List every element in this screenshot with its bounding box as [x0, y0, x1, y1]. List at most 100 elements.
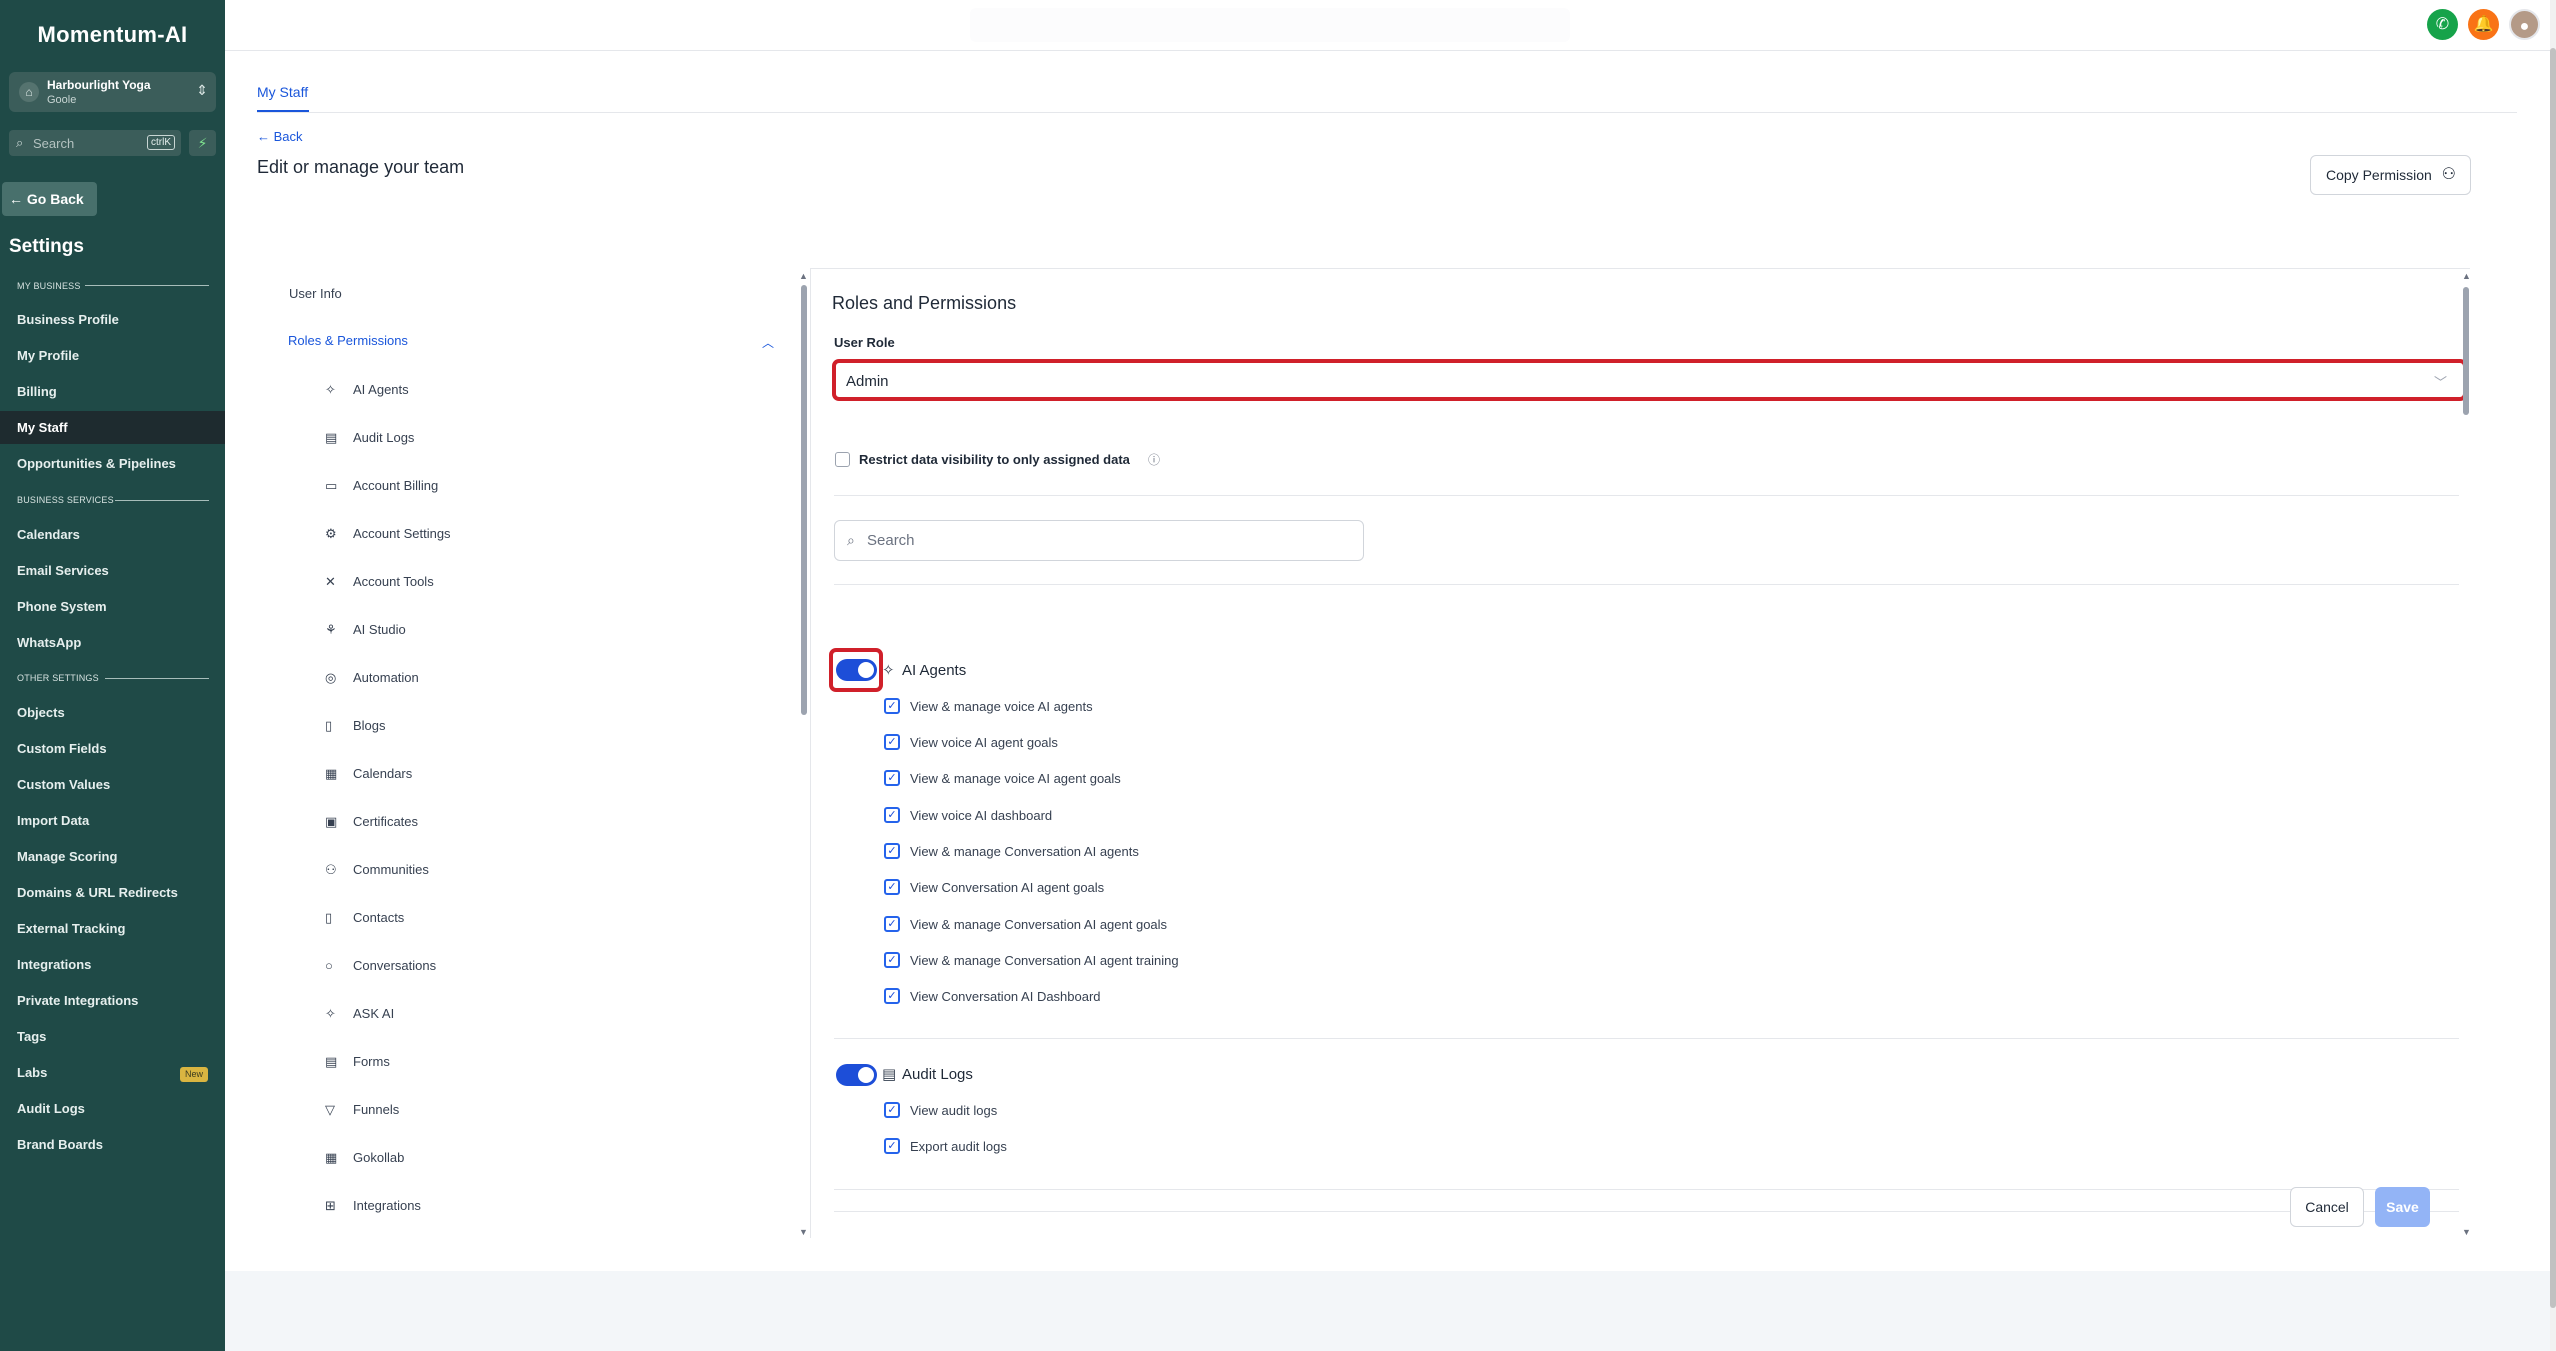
scroll-down-arrow[interactable]: ▼ [799, 1227, 808, 1237]
sidebar-item-opportunities[interactable]: Opportunities & Pipelines [17, 456, 176, 471]
group-audit-logs: ▤ Audit Logs [882, 1065, 973, 1083]
panel-scroll-up[interactable]: ▲ [2462, 271, 2471, 281]
automation-icon: ◎ [325, 670, 337, 685]
info-icon[interactable]: ⓘ [1148, 451, 1160, 468]
save-button[interactable]: Save [2375, 1187, 2430, 1227]
sidebar-item-whatsapp[interactable]: WhatsApp [17, 635, 81, 650]
user-avatar-icon: ● [2519, 18, 2530, 35]
permission-checkbox[interactable]: ✓ [884, 916, 900, 932]
side-nav-item-contacts[interactable]: ▯ Contacts [325, 910, 404, 930]
side-nav-item-communities[interactable]: ⚇ Communities [325, 862, 429, 882]
tab-my-staff[interactable]: My Staff [257, 84, 308, 100]
sidebar-item-phone-system[interactable]: Phone System [17, 599, 107, 614]
user-role-select[interactable]: Admin ﹀ [832, 359, 2467, 401]
sidebar-item-domains[interactable]: Domains & URL Redirects [17, 885, 178, 900]
sidebar-item-brand-boards[interactable]: Brand Boards [17, 1137, 103, 1152]
sidebar-item-my-profile[interactable]: My Profile [17, 348, 79, 363]
quick-action-button[interactable]: ⚡ [189, 130, 216, 156]
side-nav-item-forms[interactable]: ▤ Forms [325, 1054, 390, 1074]
side-nav-user-info[interactable]: User Info [289, 286, 342, 301]
back-link[interactable]: ← Back [257, 129, 303, 144]
group-ai-agents: ✧ AI Agents [882, 661, 966, 679]
side-nav-item-blogs[interactable]: ▯ Blogs [325, 718, 386, 738]
sidebar-item-labs[interactable]: Labs [17, 1065, 47, 1080]
section-business-services: BUSINESS SERVICES [17, 495, 114, 505]
sidebar-item-external-tracking[interactable]: External Tracking [17, 921, 125, 936]
side-nav-item-audit-logs[interactable]: ▤ Audit Logs [325, 430, 414, 450]
side-nav-item-integrations[interactable]: ⊞ Integrations [325, 1198, 421, 1218]
side-nav-label: Contacts [353, 910, 405, 925]
permission-checkbox[interactable]: ✓ [884, 1102, 900, 1118]
audit-logs-toggle[interactable] [836, 1064, 877, 1086]
scroll-up-arrow[interactable]: ▲ [799, 271, 808, 281]
permission-label: View & manage Conversation AI agents [910, 844, 1139, 859]
clipboard-icon: ▤ [325, 430, 338, 445]
avatar[interactable]: ● [2509, 9, 2540, 40]
copy-permission-button[interactable]: Copy Permission ⚇ [2310, 155, 2471, 195]
sidebar-item-import-data[interactable]: Import Data [17, 813, 89, 828]
sidebar-item-private-integrations[interactable]: Private Integrations [17, 993, 138, 1008]
bolt-icon: ⚡ [197, 135, 208, 151]
permission-checkbox[interactable]: ✓ [884, 770, 900, 786]
permission-checkbox[interactable]: ✓ [884, 952, 900, 968]
restrict-label: Restrict data visibility to only assigne… [859, 452, 1130, 467]
cancel-button[interactable]: Cancel [2290, 1187, 2364, 1227]
panel-title: Roles and Permissions [832, 293, 1017, 313]
section-other-settings: OTHER SETTINGS [17, 673, 99, 683]
chevron-up-icon[interactable]: ︿ [762, 334, 774, 351]
side-nav-item-gokollab[interactable]: ▦ Gokollab [325, 1150, 404, 1170]
side-nav-roles-permissions[interactable]: Roles & Permissions [288, 333, 408, 348]
account-switcher[interactable]: ⌂ Harbourlight Yoga Goole ⇕ [9, 72, 216, 112]
phone-button[interactable]: ✆ [2427, 9, 2458, 40]
side-nav-item-ask-ai[interactable]: ✧ ASK AI [325, 1006, 394, 1026]
sidebar-item-email-services[interactable]: Email Services [17, 563, 109, 578]
sidebar-item-manage-scoring[interactable]: Manage Scoring [17, 849, 117, 864]
panel-scroll-down[interactable]: ▼ [2462, 1227, 2471, 1237]
side-nav-item-certificates[interactable]: ▣ Certificates [325, 814, 418, 834]
side-nav-item-account-billing[interactable]: ▭ Account Billing [325, 478, 438, 498]
side-nav-item-conversations[interactable]: ○ Conversations [325, 958, 436, 978]
permission-checkbox[interactable]: ✓ [884, 1138, 900, 1154]
sidebar-search[interactable]: ⌕ Search ctrlK [9, 130, 181, 156]
permission-checkbox[interactable]: ✓ [884, 807, 900, 823]
bell-icon: 🔔 [2473, 16, 2494, 33]
clipboard-icon: ▤ [882, 1066, 897, 1083]
side-nav-item-calendars[interactable]: ▦ Calendars [325, 766, 412, 786]
sidebar-item-tags[interactable]: Tags [17, 1029, 46, 1044]
permission-search-input[interactable]: ⌕ Search [834, 520, 1364, 561]
side-nav-scrollbar[interactable] [801, 285, 807, 715]
sidebar-item-custom-values[interactable]: Custom Values [17, 777, 110, 792]
side-nav-label: Account Settings [353, 526, 451, 541]
permission-checkbox[interactable]: ✓ [884, 843, 900, 859]
restrict-checkbox[interactable] [835, 452, 850, 467]
permission-checkbox[interactable]: ✓ [884, 734, 900, 750]
sidebar-item-my-staff[interactable]: My Staff [17, 420, 68, 435]
page-scrollbar[interactable] [2550, 48, 2556, 1308]
sidebar-item-calendars[interactable]: Calendars [17, 527, 80, 542]
go-back-button[interactable]: ← Go Back [2, 182, 97, 216]
side-nav-item-funnels[interactable]: ▽ Funnels [325, 1102, 399, 1122]
permission-checkbox[interactable]: ✓ [884, 698, 900, 714]
notifications-button[interactable]: 🔔 [2468, 9, 2499, 40]
permission-label: View voice AI dashboard [910, 808, 1053, 823]
sidebar-item-business-profile[interactable]: Business Profile [17, 312, 119, 327]
tab-divider [257, 112, 2517, 113]
sidebar-item-integrations[interactable]: Integrations [17, 957, 91, 972]
side-nav-item-automation[interactable]: ◎ Automation [325, 670, 419, 690]
side-nav-item-ai-studio[interactable]: ⚘ AI Studio [325, 622, 406, 642]
ai-agents-toggle[interactable] [836, 659, 877, 681]
side-nav-item-account-settings[interactable]: ⚙ Account Settings [325, 526, 451, 546]
sidebar-item-billing[interactable]: Billing [17, 384, 57, 399]
sparkles-icon: ✧ [325, 1006, 336, 1021]
panel-scrollbar[interactable] [2463, 287, 2469, 415]
sidebar-item-objects[interactable]: Objects [17, 705, 65, 720]
permission-checkbox[interactable]: ✓ [884, 988, 900, 1004]
chat-icon: ○ [325, 958, 333, 973]
side-nav-item-ai-agents[interactable]: ✧ AI Agents [325, 382, 409, 402]
permission-checkbox[interactable]: ✓ [884, 879, 900, 895]
sidebar-item-audit-logs[interactable]: Audit Logs [17, 1101, 85, 1116]
sidebar-item-custom-fields[interactable]: Custom Fields [17, 741, 107, 756]
global-search[interactable] [970, 8, 1570, 42]
search-icon: ⌕ [16, 135, 24, 150]
side-nav-item-account-tools[interactable]: ✕ Account Tools [325, 574, 434, 594]
